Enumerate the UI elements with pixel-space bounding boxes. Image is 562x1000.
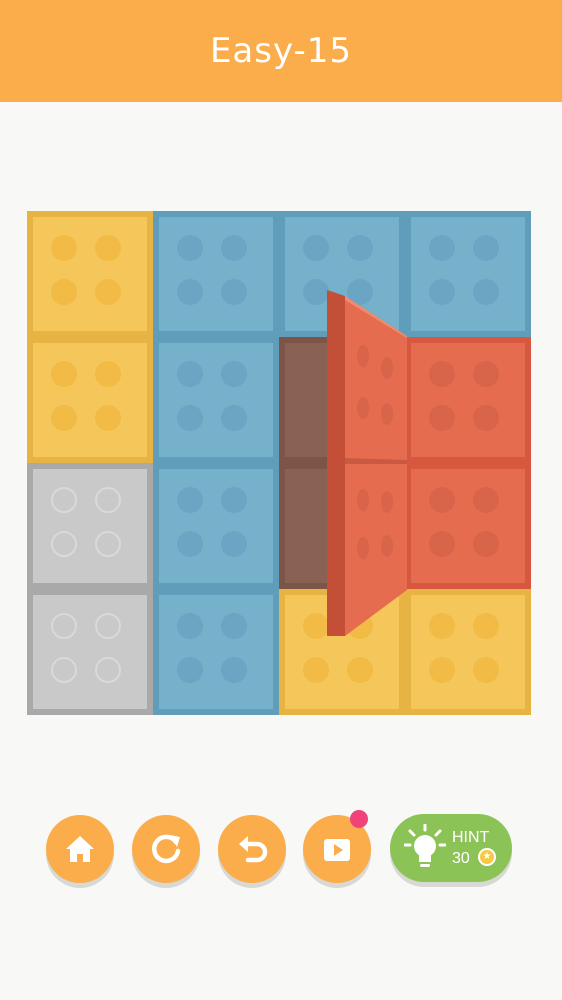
notification-badge: [350, 810, 368, 828]
board-tile-blue: [405, 211, 531, 337]
tile-stud: [473, 279, 499, 305]
tile-face: [411, 595, 525, 709]
tile-stud: [221, 235, 247, 261]
hint-label: HINT: [452, 829, 490, 846]
restart-icon: [151, 834, 181, 864]
tile-stud: [473, 531, 499, 557]
tile-face: [411, 343, 525, 457]
tile-stud: [429, 657, 455, 683]
board-tile-red: [405, 337, 531, 463]
tile-face: [33, 595, 147, 709]
tile-stud: [473, 405, 499, 431]
tile-stud: [177, 613, 203, 639]
tile-stud: [303, 279, 329, 305]
tile-stud: [347, 235, 373, 261]
tile-face: [33, 469, 147, 583]
tile-stud: [51, 531, 77, 557]
board-tile-gray: [27, 589, 153, 715]
tile-stud: [221, 487, 247, 513]
tile-stud: [51, 279, 77, 305]
home-button[interactable]: [46, 815, 114, 883]
tile-stud: [51, 361, 77, 387]
tile-stud: [347, 657, 373, 683]
undo-button[interactable]: [218, 815, 286, 883]
tile-stud: [51, 657, 77, 683]
tile-stud: [95, 405, 121, 431]
tile-stud: [429, 487, 455, 513]
tile-stud: [473, 361, 499, 387]
tile-stud: [473, 613, 499, 639]
tile-stud: [303, 235, 329, 261]
tile-stud: [429, 531, 455, 557]
tile-stud: [221, 405, 247, 431]
tile-stud: [177, 405, 203, 431]
tile-stud: [177, 279, 203, 305]
tile-stud: [221, 657, 247, 683]
tile-stud: [473, 235, 499, 261]
board-tile-blue: [153, 337, 279, 463]
tile-stud: [95, 361, 121, 387]
tile-stud: [473, 487, 499, 513]
tile-stud: [429, 361, 455, 387]
tile-stud: [221, 279, 247, 305]
tile-face: [159, 595, 273, 709]
hint-button[interactable]: HINT 30 ★: [390, 814, 512, 882]
coin-star-icon: ★: [478, 848, 496, 866]
board-tile-blue: [153, 463, 279, 589]
tile-face: [33, 217, 147, 331]
tile-stud: [95, 487, 121, 513]
board-tile-blue: [153, 211, 279, 337]
tile-face: [33, 343, 147, 457]
tile-stud: [95, 657, 121, 683]
tile-stud: [95, 279, 121, 305]
tile-stud: [221, 531, 247, 557]
tile-stud: [221, 613, 247, 639]
tile-stud: [303, 613, 329, 639]
tile-stud: [95, 613, 121, 639]
board-tile-yellow: [405, 589, 531, 715]
header-bar: Easy-15: [0, 0, 562, 102]
board-tile-yellow: [27, 337, 153, 463]
hint-count: 30: [452, 850, 470, 867]
tile-face: [159, 217, 273, 331]
board-tile-red: [405, 463, 531, 589]
tile-face: [411, 469, 525, 583]
tile-stud: [95, 531, 121, 557]
video-play-icon: [324, 839, 350, 861]
tile-stud: [51, 235, 77, 261]
tile-stud: [95, 235, 121, 261]
tile-stud: [221, 361, 247, 387]
lightbulb-icon: [404, 824, 446, 867]
board-tile-blue: [153, 589, 279, 715]
tile-stud: [473, 657, 499, 683]
tile-stud: [429, 235, 455, 261]
tile-stud: [177, 657, 203, 683]
board-tile-gray: [27, 463, 153, 589]
home-icon: [66, 836, 94, 862]
tile-stud: [429, 613, 455, 639]
tile-face: [159, 343, 273, 457]
level-title: Easy-15: [209, 31, 353, 71]
tile-stud: [177, 361, 203, 387]
undo-icon: [239, 836, 268, 863]
tile-stud: [51, 405, 77, 431]
board-tile-yellow: [27, 211, 153, 337]
tile-stud: [303, 657, 329, 683]
tile-stud: [51, 487, 77, 513]
folding-piece[interactable]: [327, 290, 407, 636]
tile-stud: [177, 487, 203, 513]
tile-stud: [177, 235, 203, 261]
tile-stud: [429, 279, 455, 305]
game-board[interactable]: [27, 211, 531, 715]
restart-button[interactable]: [132, 815, 200, 883]
tile-stud: [51, 613, 77, 639]
tile-face: [411, 217, 525, 331]
tile-face: [159, 469, 273, 583]
tile-stud: [177, 531, 203, 557]
tile-stud: [429, 405, 455, 431]
